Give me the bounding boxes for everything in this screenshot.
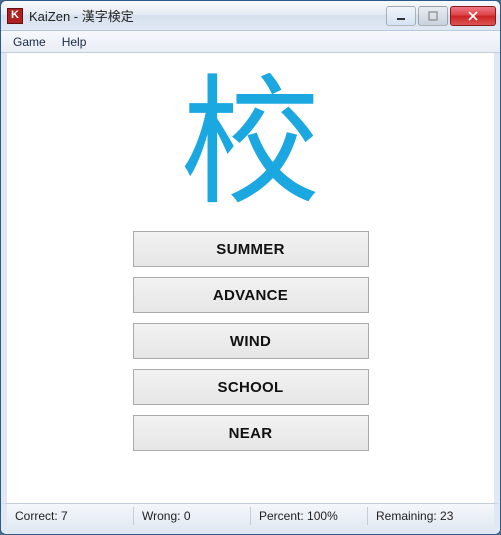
option-button-4[interactable]: SCHOOL (133, 369, 369, 405)
option-button-2[interactable]: ADVANCE (133, 277, 369, 313)
answer-options: SUMMER ADVANCE WIND SCHOOL NEAR (133, 231, 369, 451)
status-correct: Correct: 7 (7, 507, 134, 525)
status-percent-label: Percent: (259, 509, 304, 523)
maximize-button[interactable] (418, 6, 448, 26)
status-correct-label: Correct: (15, 509, 58, 523)
window-title: KaiZen - 漢字検定 (29, 6, 386, 25)
close-button[interactable] (450, 6, 496, 26)
content-area: 校 SUMMER ADVANCE WIND SCHOOL NEAR (1, 53, 500, 503)
option-button-5[interactable]: NEAR (133, 415, 369, 451)
status-remaining-value: 23 (440, 509, 453, 523)
option-button-3[interactable]: WIND (133, 323, 369, 359)
status-correct-value: 7 (61, 509, 68, 523)
titlebar[interactable]: K KaiZen - 漢字検定 (1, 1, 500, 31)
menu-help[interactable]: Help (54, 33, 95, 51)
statusbar: Correct: 7 Wrong: 0 Percent: 100% Remain… (1, 503, 500, 534)
app-window: K KaiZen - 漢字検定 Game Help 校 SUMMER ADVAN… (0, 0, 501, 535)
minimize-button[interactable] (386, 6, 416, 26)
window-controls (386, 6, 496, 26)
menubar: Game Help (1, 31, 500, 53)
status-wrong-label: Wrong: (142, 509, 180, 523)
status-remaining-label: Remaining: (376, 509, 437, 523)
status-wrong: Wrong: 0 (134, 507, 251, 525)
app-icon: K (7, 8, 23, 24)
status-wrong-value: 0 (184, 509, 191, 523)
status-percent: Percent: 100% (251, 507, 368, 525)
status-remaining: Remaining: 23 (368, 507, 494, 525)
option-button-1[interactable]: SUMMER (133, 231, 369, 267)
kanji-display: 校 (180, 73, 320, 213)
menu-game[interactable]: Game (5, 33, 54, 51)
status-percent-value: 100% (307, 509, 338, 523)
